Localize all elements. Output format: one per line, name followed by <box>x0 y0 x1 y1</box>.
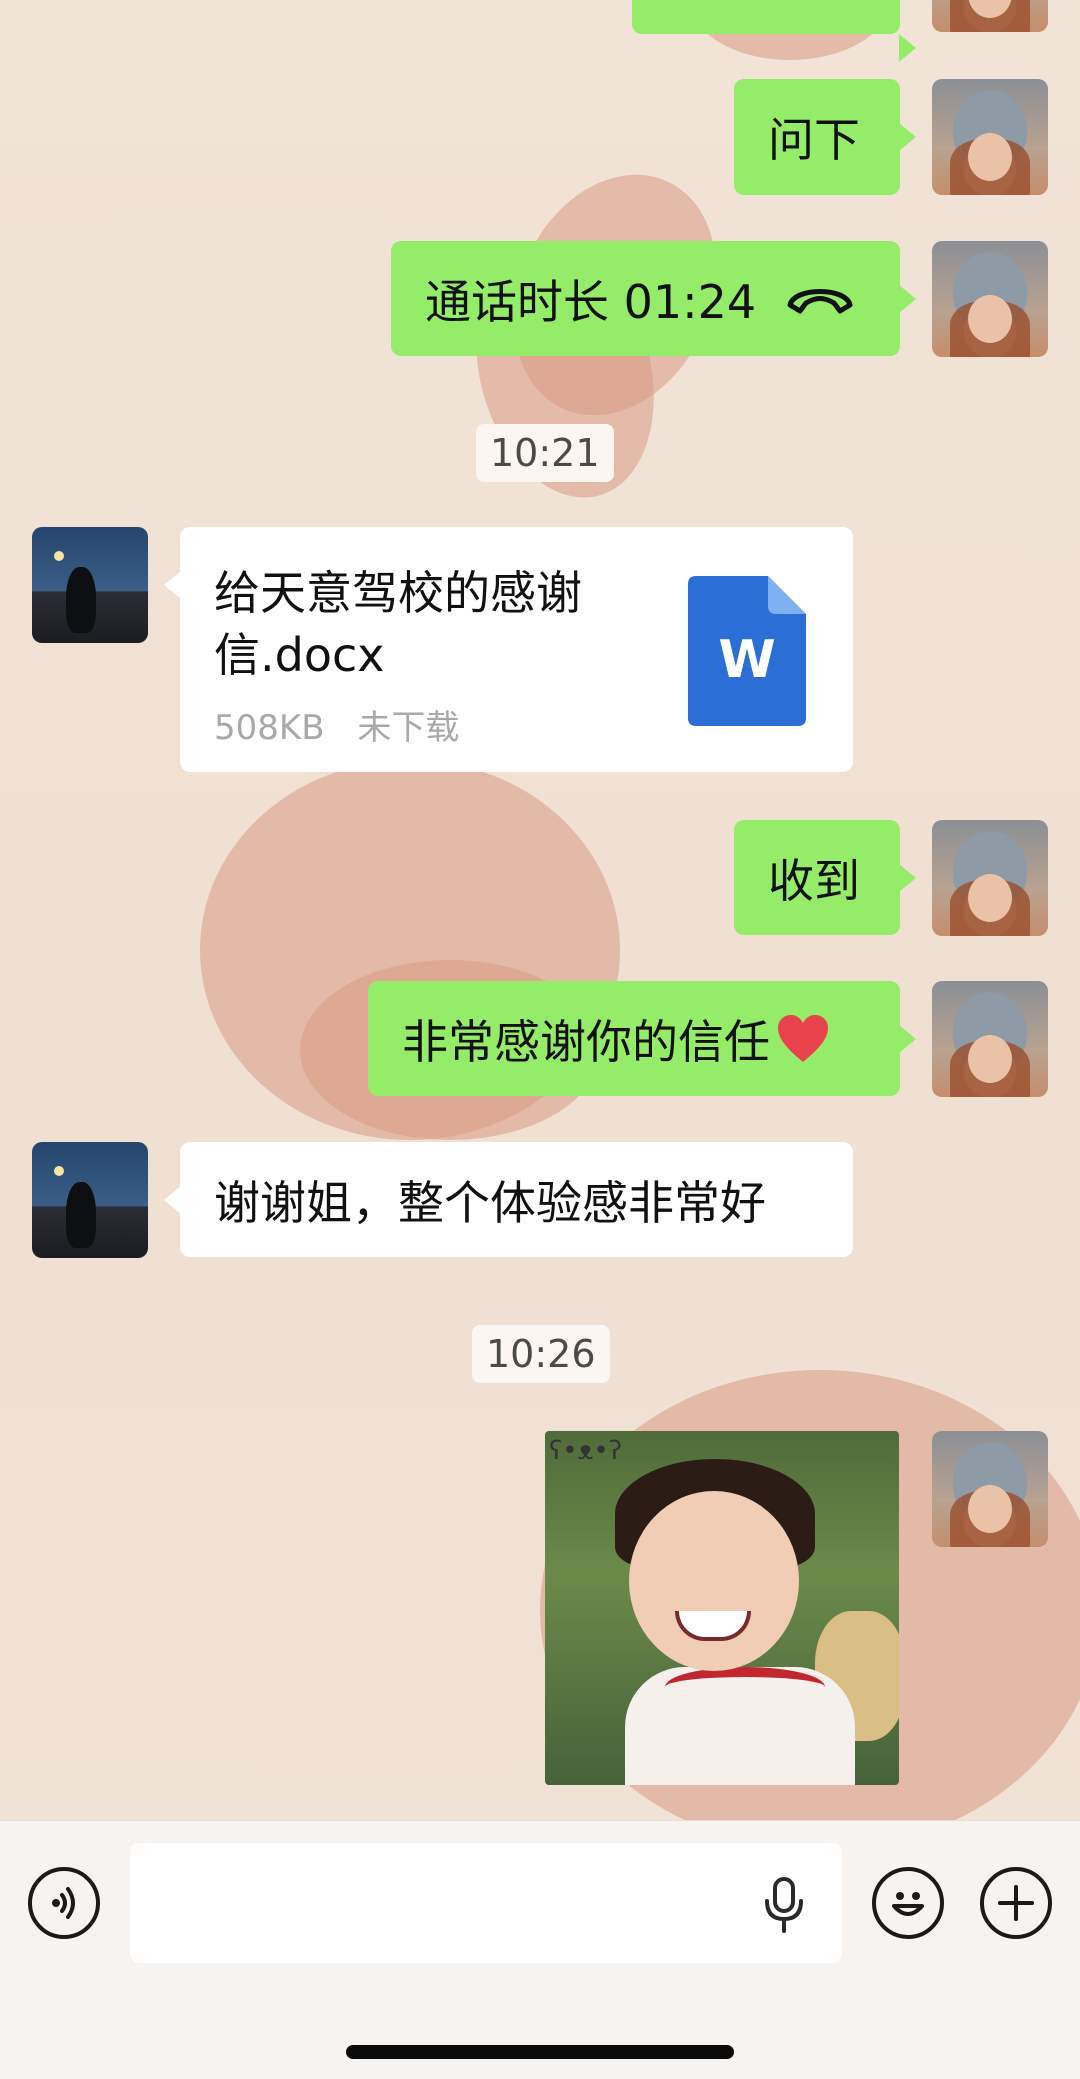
contact-avatar[interactable] <box>32 527 148 643</box>
call-record-bubble[interactable]: 通话时长 01:24 <box>391 241 916 356</box>
self-avatar[interactable] <box>932 241 1048 357</box>
emoji-icon <box>892 1892 924 1916</box>
input-bar <box>0 1820 1080 2079</box>
word-icon-letter: W <box>718 630 776 690</box>
bear-badge-icon: ʕ•ᴥ•ʔ <box>549 1436 622 1466</box>
voice-toggle-button[interactable] <box>28 1867 100 1939</box>
voice-toggle-icon <box>52 1887 75 1919</box>
file-name: 给天意驾校的感谢信.docx <box>214 566 582 682</box>
contact-avatar[interactable] <box>32 1142 148 1258</box>
home-indicator[interactable] <box>346 2045 734 2059</box>
message-list[interactable]: 问下 通话时长 01:24 10:21 给天意驾校的感谢信.docx 508KB… <box>0 0 1080 1820</box>
self-avatar[interactable] <box>932 79 1048 195</box>
timestamp: 10:26 <box>472 1325 610 1383</box>
message-bubble-self[interactable]: 问下 <box>734 79 916 195</box>
more-actions-button[interactable] <box>980 1867 1052 1939</box>
file-download-status: 未下载 <box>357 708 460 748</box>
message-text: 非常感谢你的信任 <box>402 1014 770 1069</box>
phone-hangup-icon <box>787 288 853 313</box>
file-size: 508KB <box>214 708 325 748</box>
message-text: 问下 <box>768 113 860 167</box>
call-duration-text: 通话时长 01:24 <box>425 274 757 329</box>
file-meta: 508KB 未下载 <box>214 700 459 749</box>
self-avatar[interactable] <box>932 820 1048 936</box>
message-text: 谢谢姐，整个体验感非常好 <box>214 1175 766 1230</box>
message-bubble-partial[interactable] <box>632 0 916 62</box>
message-input[interactable] <box>130 1843 842 1963</box>
self-avatar[interactable] <box>932 1431 1048 1547</box>
microphone-icon[interactable] <box>762 1877 806 1933</box>
message-bubble-self[interactable]: 收到 <box>734 820 916 935</box>
message-bubble-other[interactable]: 谢谢姐，整个体验感非常好 <box>164 1142 853 1257</box>
message-bubble-self[interactable]: 非常感谢你的信任 <box>368 981 916 1096</box>
timestamp: 10:21 <box>476 424 614 482</box>
sticker-image[interactable]: ʕ•ᴥ•ʔ <box>545 1431 899 1785</box>
message-text: 收到 <box>768 853 860 908</box>
red-heart-icon <box>778 1014 828 1062</box>
emoji-button[interactable] <box>872 1867 944 1939</box>
plus-icon <box>998 1885 1034 1921</box>
self-avatar[interactable] <box>932 0 1048 32</box>
self-avatar[interactable] <box>932 981 1048 1097</box>
